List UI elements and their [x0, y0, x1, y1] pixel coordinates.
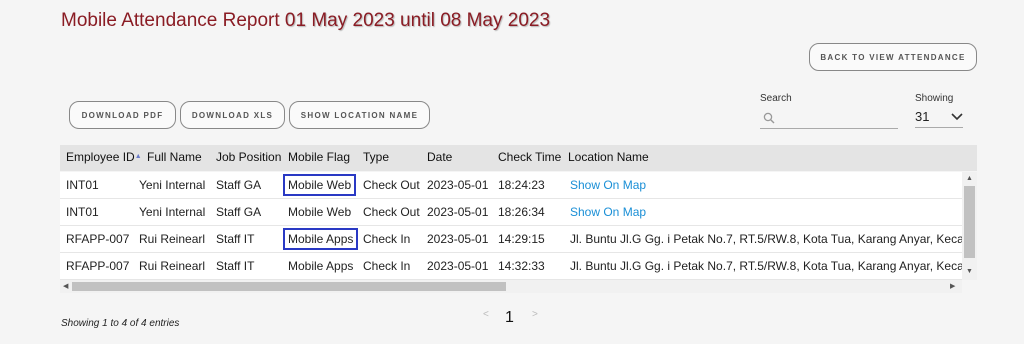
- back-to-view-attendance-button[interactable]: BACK TO VIEW ATTENDANCE: [809, 43, 977, 71]
- cell-employee-id: INT01: [66, 205, 99, 219]
- cell-employee-id: INT01: [66, 178, 99, 192]
- search-label: Search: [760, 93, 792, 104]
- cell-type: Check Out: [363, 205, 420, 219]
- chevron-down-icon: [951, 109, 963, 124]
- cell-full-name: Yeni Internal: [139, 205, 206, 219]
- show-location-name-button[interactable]: SHOW LOCATION NAME: [289, 101, 430, 129]
- cell-type: Check In: [363, 232, 411, 246]
- column-header-date[interactable]: Date: [427, 145, 452, 171]
- page-number-1[interactable]: 1: [505, 309, 514, 327]
- column-header-employee-id[interactable]: Employee ID▲: [66, 145, 142, 171]
- title-date-range: 01 May 2023 until 08 May 2023: [284, 10, 551, 31]
- download-pdf-button[interactable]: DOWNLOAD PDF: [69, 101, 176, 129]
- showing-value: 31: [915, 109, 930, 124]
- cell-employee-id: RFAPP-007: [66, 232, 130, 246]
- column-header-check-time[interactable]: Check Time: [498, 145, 561, 171]
- cell-full-name: Yeni Internal: [139, 178, 206, 192]
- cell-mobile-flag: Mobile Apps: [282, 226, 359, 253]
- sort-asc-icon: ▲: [134, 153, 142, 160]
- cell-employee-id: RFAPP-007: [66, 259, 130, 273]
- horizontal-scroll-thumb[interactable]: [72, 282, 506, 291]
- cell-mobile-flag: Mobile Web: [288, 205, 352, 219]
- column-header-location-name[interactable]: Location Name: [568, 145, 649, 171]
- title-prefix: Mobile Attendance Report: [61, 10, 280, 31]
- vertical-scroll-thumb[interactable]: [964, 186, 975, 258]
- cell-check-time: 18:26:34: [498, 205, 545, 219]
- mobile-flag-highlight: Mobile Web: [282, 174, 357, 196]
- search-icon: [763, 111, 775, 129]
- cell-job-position: Staff GA: [216, 205, 262, 219]
- horizontal-scrollbar[interactable]: ◀ ▶: [60, 280, 962, 293]
- table-row: RFAPP-007 Rui Reinearl Staff IT Mobile A…: [60, 226, 962, 253]
- search-input[interactable]: [760, 107, 898, 129]
- table-body: INT01 Yeni Internal Staff GA Mobile Web …: [60, 172, 962, 280]
- cell-full-name: Rui Reinearl: [139, 232, 206, 246]
- scroll-left-icon[interactable]: ◀: [63, 282, 68, 290]
- cell-date: 2023-05-01: [427, 259, 489, 273]
- scroll-down-icon[interactable]: ▼: [966, 268, 973, 275]
- show-on-map-link[interactable]: Show On Map: [570, 199, 646, 226]
- vertical-scrollbar[interactable]: ▲ ▼: [962, 172, 977, 280]
- cell-date: 2023-05-01: [427, 178, 489, 192]
- cell-location-name: Jl. Buntu Jl.G Gg. i Petak No.7, RT.5/RW…: [570, 232, 962, 246]
- cell-mobile-flag: Mobile Web: [282, 172, 357, 199]
- column-header-job-position[interactable]: Job Position: [216, 145, 281, 171]
- cell-mobile-flag: Mobile Apps: [288, 259, 354, 273]
- table-header: Employee ID▲ Full Name Job Position Mobi…: [60, 145, 977, 171]
- cell-check-time: 18:24:23: [498, 178, 545, 192]
- page-title: Mobile Attendance Report 01 May 2023 unt…: [61, 10, 550, 32]
- next-page-button[interactable]: >: [532, 309, 538, 320]
- column-header-type[interactable]: Type: [363, 145, 389, 171]
- cell-date: 2023-05-01: [427, 205, 489, 219]
- entries-info: Showing 1 to 4 of 4 entries: [61, 318, 180, 329]
- cell-location-name: Jl. Buntu Jl.G Gg. i Petak No.7, RT.5/RW…: [570, 259, 962, 273]
- showing-label: Showing: [915, 93, 954, 104]
- scroll-right-icon[interactable]: ▶: [950, 282, 955, 290]
- table-row: RFAPP-007 Rui Reinearl Staff IT Mobile A…: [60, 253, 962, 280]
- cell-check-time: 14:32:33: [498, 259, 545, 273]
- cell-full-name: Rui Reinearl: [139, 259, 206, 273]
- cell-job-position: Staff IT: [216, 232, 255, 246]
- attendance-table: Employee ID▲ Full Name Job Position Mobi…: [60, 145, 977, 293]
- download-xls-button[interactable]: DOWNLOAD XLS: [180, 101, 285, 129]
- cell-date: 2023-05-01: [427, 232, 489, 246]
- cell-check-time: 14:29:15: [498, 232, 545, 246]
- cell-type: Check In: [363, 259, 411, 273]
- table-row: INT01 Yeni Internal Staff GA Mobile Web …: [60, 172, 962, 199]
- mobile-flag-highlight: Mobile Apps: [282, 228, 359, 250]
- cell-job-position: Staff GA: [216, 178, 262, 192]
- column-header-mobile-flag[interactable]: Mobile Flag: [288, 145, 350, 171]
- table-row: INT01 Yeni Internal Staff GA Mobile Web …: [60, 199, 962, 226]
- cell-type: Check Out: [363, 178, 420, 192]
- showing-select[interactable]: 31: [915, 106, 963, 128]
- cell-job-position: Staff IT: [216, 259, 255, 273]
- prev-page-button[interactable]: <: [483, 309, 489, 320]
- column-header-full-name[interactable]: Full Name: [147, 145, 202, 171]
- show-on-map-link[interactable]: Show On Map: [570, 172, 646, 199]
- scroll-up-icon[interactable]: ▲: [966, 175, 973, 182]
